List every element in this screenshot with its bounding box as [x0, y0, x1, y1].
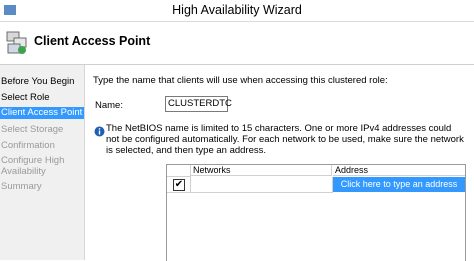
page-title: Client Access Point [34, 34, 151, 48]
address-cell[interactable]: Click here to type an address [333, 177, 465, 192]
network-cell [191, 177, 333, 193]
sidebar-item-confirmation: Confirmation [1, 140, 55, 151]
sidebar-item-client-access-point[interactable]: Client Access Point [0, 107, 84, 119]
network-address-grid: Networks Address ✔ Click here to type an… [166, 164, 466, 261]
name-input[interactable]: CLUSTERDTC [165, 96, 232, 112]
sidebar-item-select-role[interactable]: Select Role [0, 92, 84, 103]
info-icon [94, 126, 105, 137]
wizard-content: Type the name that clients will use when… [85, 65, 474, 261]
wizard-steps-sidebar: Before You Begin Select Role Client Acce… [0, 65, 85, 260]
table-row-select-cell: ✔ [167, 177, 191, 193]
info-message: The NetBIOS name is limited to 15 charac… [106, 123, 464, 156]
sidebar-item-summary: Summary [1, 181, 42, 192]
sidebar-item-select-storage: Select Storage [1, 124, 64, 135]
column-header-select [167, 165, 191, 177]
column-header-networks[interactable]: Networks [191, 165, 332, 176]
cluster-wizard-icon [6, 31, 27, 54]
name-prompt: Type the name that clients will use when… [93, 75, 388, 86]
column-header-address[interactable]: Address [333, 165, 465, 176]
network-checkbox[interactable]: ✔ [173, 179, 185, 191]
window-title: High Availability Wizard [172, 3, 302, 17]
page-header: Client Access Point [0, 22, 474, 65]
title-bar: High Availability Wizard [0, 0, 474, 22]
name-label: Name: [95, 100, 123, 111]
sidebar-item-before-you-begin[interactable]: Before You Begin [0, 76, 84, 87]
sidebar-item-configure-high-availability: Configure High Availability [1, 155, 65, 177]
